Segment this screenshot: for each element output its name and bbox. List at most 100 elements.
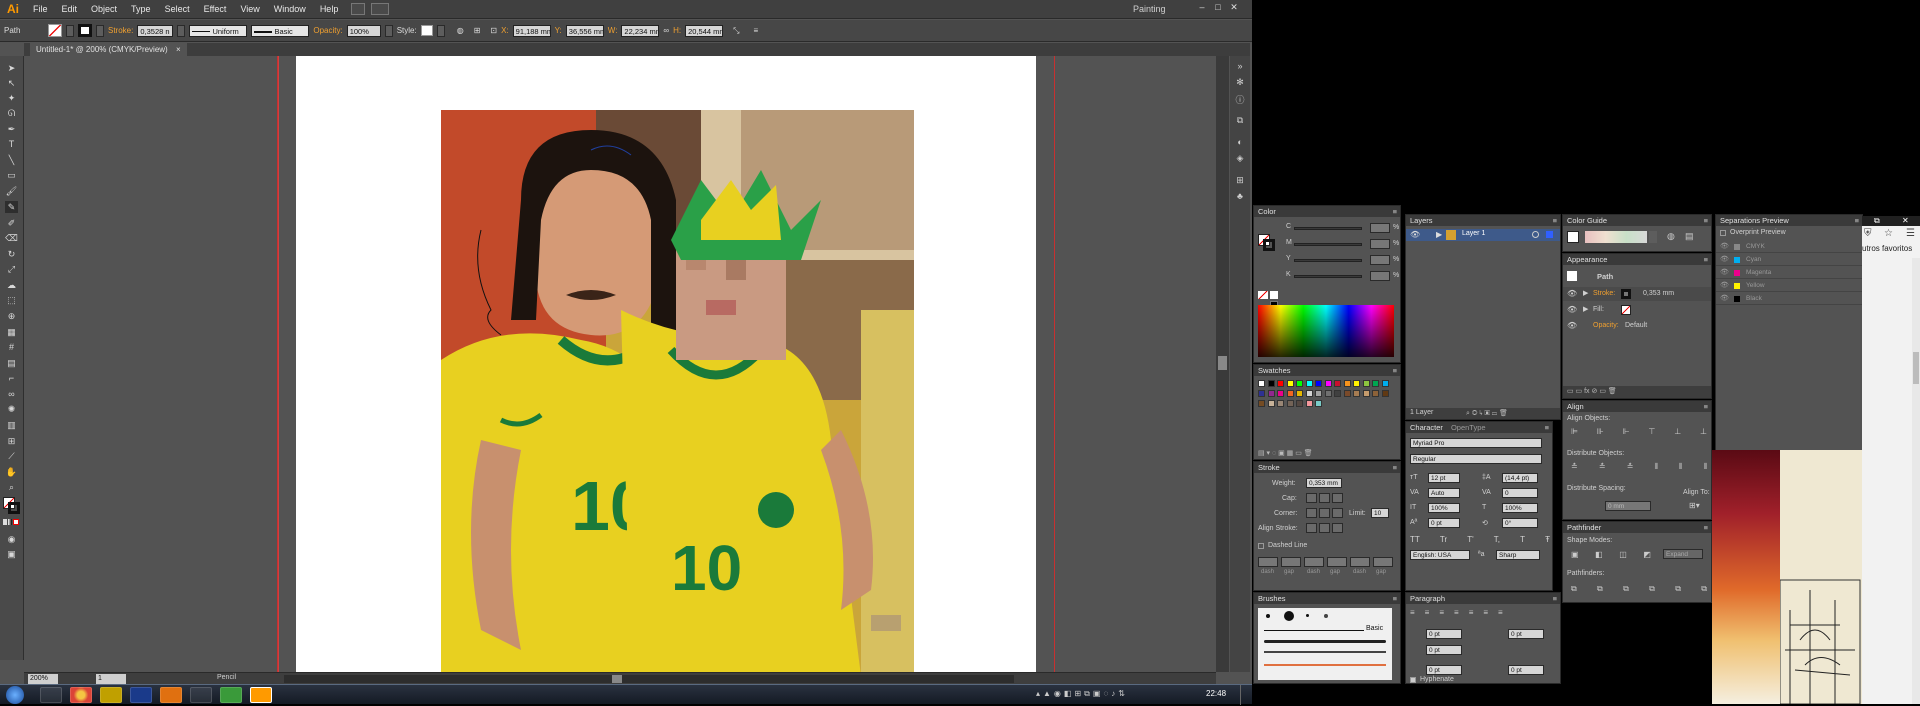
brush-stroke-3[interactable] xyxy=(1264,651,1386,653)
reference-point-icon[interactable]: ⊡ xyxy=(490,26,497,35)
graphic-style-swatch[interactable] xyxy=(420,25,433,36)
plate-visibility-icon[interactable]: 👁 xyxy=(1720,242,1729,250)
kerning-field[interactable]: Auto xyxy=(1428,488,1460,498)
align-outside-button[interactable] xyxy=(1332,523,1343,533)
show-desktop-button[interactable] xyxy=(1240,685,1252,705)
eraser-tool-icon[interactable]: ⌫ xyxy=(5,232,18,244)
brushes-menu-icon[interactable]: ≡ xyxy=(1393,593,1397,604)
vertical-scrollbar[interactable] xyxy=(1216,56,1229,672)
placed-photo[interactable]: 10 10 xyxy=(441,110,914,672)
dashed-line-checkbox[interactable] xyxy=(1258,543,1264,549)
edit-colors-icon[interactable]: ◍ xyxy=(1667,231,1675,242)
character-tab[interactable]: Character xyxy=(1410,423,1443,432)
crop-icon[interactable]: ⧉ xyxy=(1649,584,1655,594)
first-line-indent-field[interactable]: 0 pt xyxy=(1426,645,1462,655)
menu-view[interactable]: View xyxy=(233,0,266,19)
appearance-opacity-row[interactable]: 👁 Opacity: Default xyxy=(1563,319,1711,333)
constrain-link-icon[interactable]: ∞ xyxy=(663,26,669,35)
pen-tool-icon[interactable]: ✒ xyxy=(5,123,18,135)
save-color-group-icon[interactable]: ▤ xyxy=(1685,231,1694,242)
align-icon[interactable]: ⊞ xyxy=(474,26,481,35)
round-cap-button[interactable] xyxy=(1319,493,1330,503)
basic-brush-stroke[interactable] xyxy=(1264,630,1364,631)
intersect-icon[interactable]: ◫ xyxy=(1619,550,1627,560)
align-to-dropdown[interactable]: ⊞▾ xyxy=(1689,501,1707,511)
document-tab[interactable]: Untitled-1* @ 200% (CMYK/Preview) × xyxy=(30,43,187,56)
swatch-libraries-icon[interactable]: ✻ xyxy=(1233,76,1247,88)
baseline-shift-field[interactable]: 0 pt xyxy=(1428,518,1460,528)
taskbar-photoshop-icon[interactable] xyxy=(130,687,152,703)
x-field[interactable]: 91,188 mm xyxy=(512,24,551,37)
swatch-2[interactable] xyxy=(1277,380,1284,387)
swatch-7[interactable] xyxy=(1324,380,1332,387)
swatches-footer-icons[interactable]: ▤ ▾ ◌ ▣ ▦ ▭ 🗑 xyxy=(1258,449,1394,457)
pathfinder-buttons[interactable]: ⧉ ⧉ ⧉ ⧉ ⧉ ⧉ xyxy=(1571,584,1707,594)
dist-top-icon[interactable]: ≛ xyxy=(1571,462,1578,472)
menu-select[interactable]: Select xyxy=(158,0,197,19)
opacity-visibility-icon[interactable]: 👁 xyxy=(1567,321,1577,330)
round-join-button[interactable] xyxy=(1319,508,1330,518)
align-right-icon[interactable]: ≡ xyxy=(1439,608,1444,618)
swatch-30[interactable] xyxy=(1277,400,1284,407)
swatch-9[interactable] xyxy=(1343,380,1351,387)
menu-effect[interactable]: Effect xyxy=(197,0,234,19)
transform-panel-icon[interactable]: ⧉ xyxy=(1233,114,1247,126)
eyedropper-tool-icon[interactable]: ⌐ xyxy=(5,372,18,384)
perspective-grid-tool-icon[interactable]: ▦ xyxy=(5,326,18,338)
browser-menu-icon[interactable]: ☰ xyxy=(1906,228,1915,239)
distribute-objects-buttons[interactable]: ≛ ≛ ≛ ⫴ ⫴ ⫴ xyxy=(1571,462,1707,472)
swatch-8[interactable] xyxy=(1334,380,1341,387)
plate-row-1[interactable]: 👁 Cyan xyxy=(1716,254,1862,266)
swatch-15[interactable] xyxy=(1267,390,1275,397)
swatch-32[interactable] xyxy=(1296,400,1303,407)
menu-help[interactable]: Help xyxy=(313,0,346,19)
maximize-icon[interactable]: □ xyxy=(1212,2,1224,13)
bookmark-star-icon[interactable]: ☆ xyxy=(1884,228,1893,239)
plate-row-3[interactable]: 👁 Yellow xyxy=(1716,280,1862,292)
swatch-grid[interactable] xyxy=(1258,380,1394,442)
channel-k-slider[interactable] xyxy=(1294,275,1362,278)
outline-icon[interactable]: ⧉ xyxy=(1675,584,1681,594)
artboards-icon[interactable]: ⊞ xyxy=(1233,174,1247,186)
weight-field[interactable]: 0,353 mm xyxy=(1306,478,1342,488)
plate-visibility-icon[interactable]: 👁 xyxy=(1720,255,1729,263)
justify-center-icon[interactable]: ≡ xyxy=(1469,608,1474,618)
shape-mode-buttons[interactable]: ▣ ◧ ◫ ◩ xyxy=(1571,550,1651,560)
paragraph-menu-icon[interactable]: ≡ xyxy=(1553,593,1557,604)
swatch-31[interactable] xyxy=(1286,400,1294,407)
swatch-14[interactable] xyxy=(1258,390,1265,397)
merge-icon[interactable]: ⧉ xyxy=(1623,584,1629,594)
transparency-icon[interactable]: ◐ xyxy=(1233,136,1247,148)
dash-gap-field-3[interactable] xyxy=(1327,557,1347,567)
space-before-field[interactable]: 0 pt xyxy=(1426,665,1462,675)
symbols-icon[interactable]: ♣ xyxy=(1233,190,1247,202)
swatch-21[interactable] xyxy=(1324,390,1332,397)
align-top-edge-icon[interactable]: ⊤ xyxy=(1648,427,1655,437)
brush-stroke-4[interactable] xyxy=(1264,664,1386,666)
swatch-25[interactable] xyxy=(1362,390,1370,397)
info-icon[interactable]: ⓘ xyxy=(1233,94,1247,106)
unite-icon[interactable]: ▣ xyxy=(1571,550,1579,560)
color-guide-menu-icon[interactable]: ≡ xyxy=(1704,215,1708,226)
transform-icon[interactable]: ⤡ xyxy=(733,26,739,36)
browser-scroll-thumb[interactable] xyxy=(1913,352,1919,384)
artboard-number-field[interactable]: 1 xyxy=(96,674,126,684)
language-field[interactable]: English: USA xyxy=(1410,550,1470,560)
brush-dot-medium[interactable] xyxy=(1324,614,1328,618)
artboard-tool-icon[interactable]: ⊞ xyxy=(5,435,18,447)
horizontal-scale-field[interactable]: 100% xyxy=(1502,503,1538,513)
superscript-button[interactable]: T' xyxy=(1467,535,1473,545)
swatch-20[interactable] xyxy=(1315,390,1322,397)
underline-button[interactable]: T xyxy=(1520,535,1525,545)
slice-tool-icon[interactable]: ⟋ xyxy=(5,450,18,462)
swatch-29[interactable] xyxy=(1267,400,1275,407)
taskbar-illustrator-icon[interactable] xyxy=(250,687,272,703)
minus-front-icon[interactable]: ◧ xyxy=(1595,550,1603,560)
brush-dot-small[interactable] xyxy=(1266,614,1270,618)
layer-row[interactable]: 👁 ▶ Layer 1 xyxy=(1406,229,1560,241)
dash-gap-field-4[interactable] xyxy=(1350,557,1370,567)
menu-type[interactable]: Type xyxy=(124,0,158,19)
color-stroke-box[interactable] xyxy=(1263,239,1275,251)
swatch-22[interactable] xyxy=(1334,390,1341,397)
dist-h-center-icon[interactable]: ⫴ xyxy=(1679,462,1682,472)
